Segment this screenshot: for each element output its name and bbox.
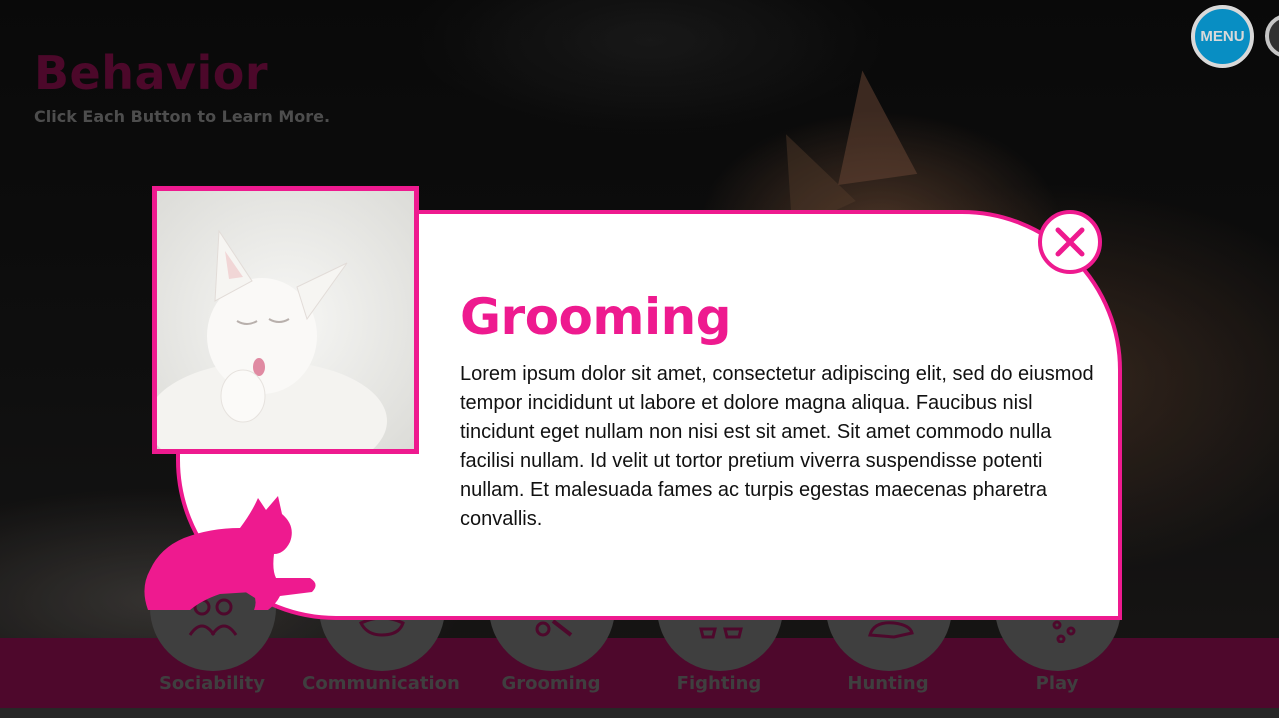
pink-cat-silhouette (144, 496, 316, 610)
close-button[interactable] (1038, 210, 1102, 274)
close-icon (1055, 227, 1085, 257)
white-cat-licking-paw-photo (152, 186, 419, 454)
modal-heading: Grooming (460, 288, 732, 346)
modal-body-text: Lorem ipsum dolor sit amet, consectetur … (460, 363, 1094, 530)
